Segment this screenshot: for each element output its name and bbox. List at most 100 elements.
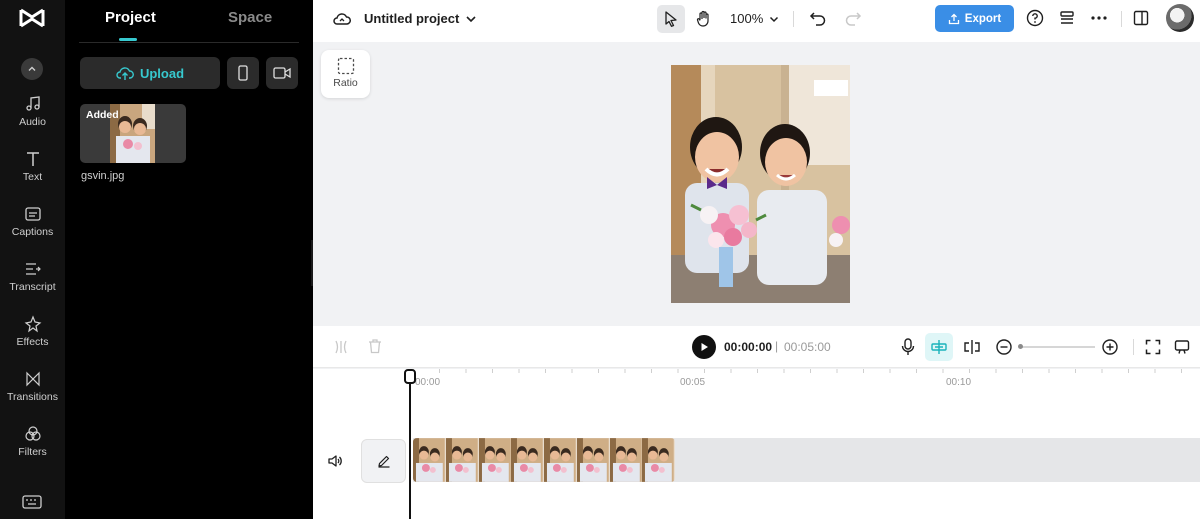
current-time: 00:00:00 <box>724 340 773 354</box>
nav-item-audio[interactable]: Audio <box>0 93 65 143</box>
added-badge: Added <box>86 109 119 121</box>
more-options-button[interactable] <box>1090 9 1108 27</box>
nav-item-effects[interactable]: Effects <box>0 313 65 363</box>
time-separator: | <box>775 339 779 353</box>
layers-button[interactable] <box>1058 9 1076 27</box>
nav-item-label: Filters <box>18 446 47 458</box>
capcut-logo <box>19 8 45 28</box>
total-duration: 00:05:00 <box>784 340 831 354</box>
timeline-zoom-slider-handle[interactable] <box>1018 344 1023 349</box>
chevron-down-icon[interactable] <box>465 13 477 25</box>
media-item-card[interactable]: Added <box>80 104 186 163</box>
split-icon <box>964 340 980 354</box>
chevron-down-icon <box>770 16 779 22</box>
redo-icon[interactable] <box>844 9 862 27</box>
nav-item-label: Transcript <box>9 281 56 293</box>
nav-item-transcript[interactable]: Transcript <box>0 258 65 308</box>
canvas-area: Ratio <box>313 42 1200 326</box>
text-icon <box>26 152 39 166</box>
select-tool-button[interactable] <box>657 5 685 33</box>
nav-item-label: Transitions <box>7 391 58 403</box>
sidebar-toggle-icon <box>1133 10 1149 26</box>
feedback-button[interactable] <box>1172 337 1192 357</box>
captions-icon <box>24 207 41 221</box>
ratio-button[interactable]: Ratio <box>321 50 370 98</box>
ratio-label: Ratio <box>333 77 358 89</box>
effects-icon <box>24 315 41 333</box>
delete-icon[interactable] <box>367 338 383 354</box>
aspect-ratio-icon <box>337 57 354 75</box>
fullscreen-button[interactable] <box>1143 337 1163 357</box>
split-clip-icon[interactable] <box>333 339 349 355</box>
ruler-label: 00:10 <box>946 377 972 388</box>
collapse-nav-button[interactable] <box>21 58 43 80</box>
zoom-level: 100% <box>730 11 764 26</box>
avatar[interactable] <box>1166 4 1194 32</box>
player-bar: 00:00:00 | 00:05:00 <box>313 326 1200 368</box>
nav-item-filters[interactable]: Filters <box>0 423 65 473</box>
monitor-icon <box>1174 340 1190 354</box>
nav-item-label: Audio <box>19 116 46 128</box>
nav-item-transitions[interactable]: Transitions <box>0 368 65 418</box>
split-scene-button[interactable] <box>962 337 982 357</box>
ruler-label: 00:05 <box>680 377 706 388</box>
export-label: Export <box>964 12 1002 25</box>
export-button[interactable]: Export <box>935 5 1014 32</box>
zoom-in-icon <box>1102 339 1118 355</box>
music-note-icon <box>25 96 40 111</box>
cloud-sync-icon[interactable] <box>333 10 351 28</box>
clip-frame <box>576 438 610 482</box>
project-panel: Project Space Upload Added gsvin.jpg <box>65 0 313 519</box>
nav-item-label: Captions <box>11 226 54 238</box>
play-icon <box>701 343 708 351</box>
phone-upload-button[interactable] <box>227 57 259 89</box>
more-horizontal-icon <box>1091 16 1107 20</box>
keyboard-shortcuts-icon[interactable] <box>22 494 42 510</box>
export-icon <box>948 13 959 24</box>
undo-icon[interactable] <box>809 9 827 27</box>
nav-item-captions[interactable]: Captions <box>0 203 65 253</box>
upload-button[interactable]: Upload <box>80 57 220 89</box>
nav-item-text[interactable]: Text <box>0 148 65 198</box>
clip-frame <box>544 438 577 482</box>
play-button[interactable] <box>692 335 716 359</box>
ruler-label: 00:00 <box>415 377 441 388</box>
help-button[interactable] <box>1026 9 1044 27</box>
divider <box>79 42 299 43</box>
hand-tool-button[interactable] <box>690 5 718 33</box>
layers-icon <box>1060 11 1074 24</box>
speaker-icon[interactable] <box>327 453 343 469</box>
edit-cover-button[interactable] <box>361 439 406 483</box>
video-preview[interactable] <box>671 65 850 303</box>
project-title[interactable]: Untitled project <box>364 11 459 26</box>
playhead-handle[interactable] <box>404 369 416 384</box>
microphone-icon <box>901 338 915 355</box>
divider <box>1133 339 1134 355</box>
left-nav-rail: Audio Text Captions Transcript Effects T… <box>0 0 65 519</box>
video-clip[interactable] <box>413 438 675 482</box>
clip-frame <box>478 438 512 482</box>
record-button[interactable] <box>266 57 298 89</box>
auto-snap-toggle[interactable] <box>925 333 953 361</box>
clip-frame <box>642 438 675 482</box>
timeline-ruler[interactable] <box>413 369 1200 377</box>
hand-icon <box>696 10 709 27</box>
zoom-level-dropdown[interactable]: 100% <box>730 11 779 26</box>
clip-frame <box>511 438 544 482</box>
timeline-zoom-in-button[interactable] <box>1100 337 1120 357</box>
chevron-up-icon <box>28 66 36 71</box>
top-bar: Untitled project 100% Export <box>313 0 1200 42</box>
fullscreen-icon <box>1145 339 1161 355</box>
tab-project[interactable]: Project <box>105 9 156 26</box>
transitions-icon <box>25 371 40 387</box>
timeline-zoom-out-button[interactable] <box>994 337 1014 357</box>
timeline-zoom-slider[interactable] <box>1019 346 1095 348</box>
record-audio-button[interactable] <box>898 337 918 357</box>
timeline: 00:00 00:05 00:10 <box>313 369 1200 519</box>
upload-label: Upload <box>139 65 185 81</box>
toggle-panel-button[interactable] <box>1132 9 1150 27</box>
transcript-icon <box>25 263 41 275</box>
tab-space[interactable]: Space <box>228 9 272 26</box>
divider <box>793 11 794 27</box>
playhead[interactable] <box>409 375 411 519</box>
